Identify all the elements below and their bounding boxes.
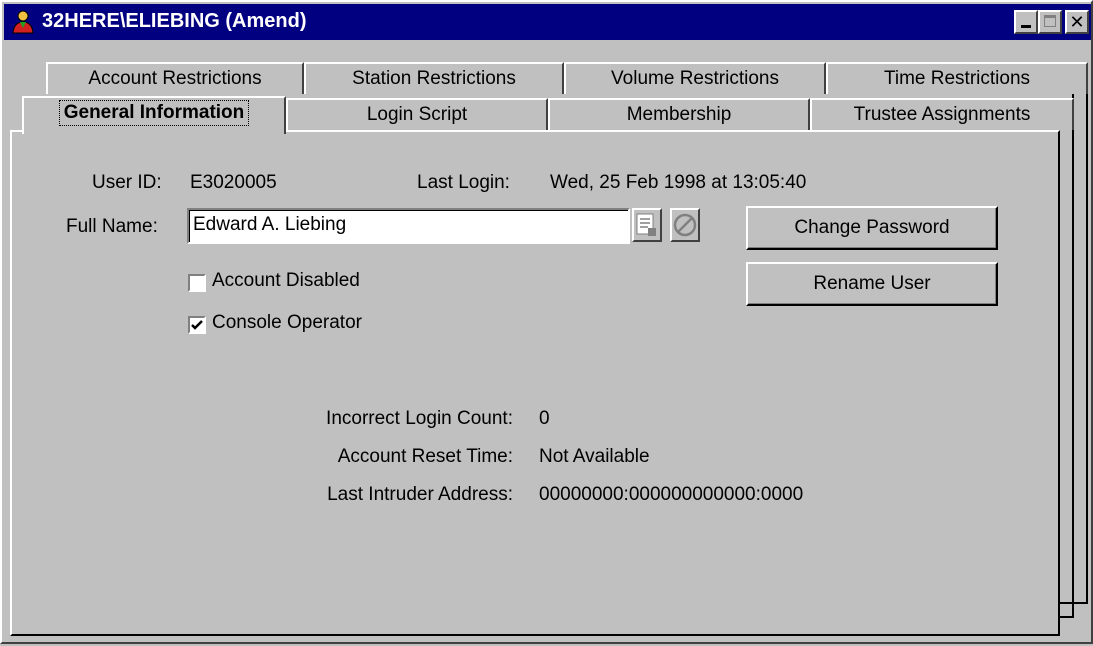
account-disabled-checkbox[interactable] <box>188 274 206 292</box>
checkmark-icon <box>191 320 203 330</box>
document-list-icon <box>636 213 656 236</box>
full-name-field[interactable]: Edward A. Liebing <box>187 208 630 244</box>
incorrect-login-count-label: Incorrect Login Count: <box>326 408 513 429</box>
incorrect-login-count-value: 0 <box>539 408 550 429</box>
account-disabled-label[interactable]: Account Disabled <box>212 270 360 292</box>
last-login-label: Last Login: <box>417 172 510 193</box>
last-login-value: Wed, 25 Feb 1998 at 13:05:40 <box>550 172 807 193</box>
full-name-label: Full Name: <box>66 216 158 237</box>
last-intruder-address-value: 00000000:000000000000:0000 <box>539 484 804 505</box>
no-entry-icon <box>673 213 697 237</box>
console-operator-checkbox[interactable] <box>188 316 206 334</box>
user-id-value: E3020005 <box>190 172 277 193</box>
account-reset-time-value: Not Available <box>539 446 650 467</box>
change-password-button[interactable]: Change Password <box>746 206 998 250</box>
user-properties-window: 32HERE\ELIEBING (Amend) ✕ Account Restri… <box>0 0 1093 644</box>
clear-button[interactable] <box>670 208 700 242</box>
account-reset-time-label: Account Reset Time: <box>337 446 513 467</box>
user-id-label: User ID: <box>92 172 162 193</box>
browse-button[interactable] <box>632 208 662 242</box>
last-intruder-address-label: Last Intruder Address: <box>327 484 513 505</box>
panel-content: User ID: E3020005 Last Login: Wed, 25 Fe… <box>2 2 1093 646</box>
console-operator-label[interactable]: Console Operator <box>212 312 362 334</box>
rename-user-label: Rename User <box>813 273 931 294</box>
change-password-label: Change Password <box>794 217 950 238</box>
rename-user-button[interactable]: Rename User <box>746 262 998 306</box>
